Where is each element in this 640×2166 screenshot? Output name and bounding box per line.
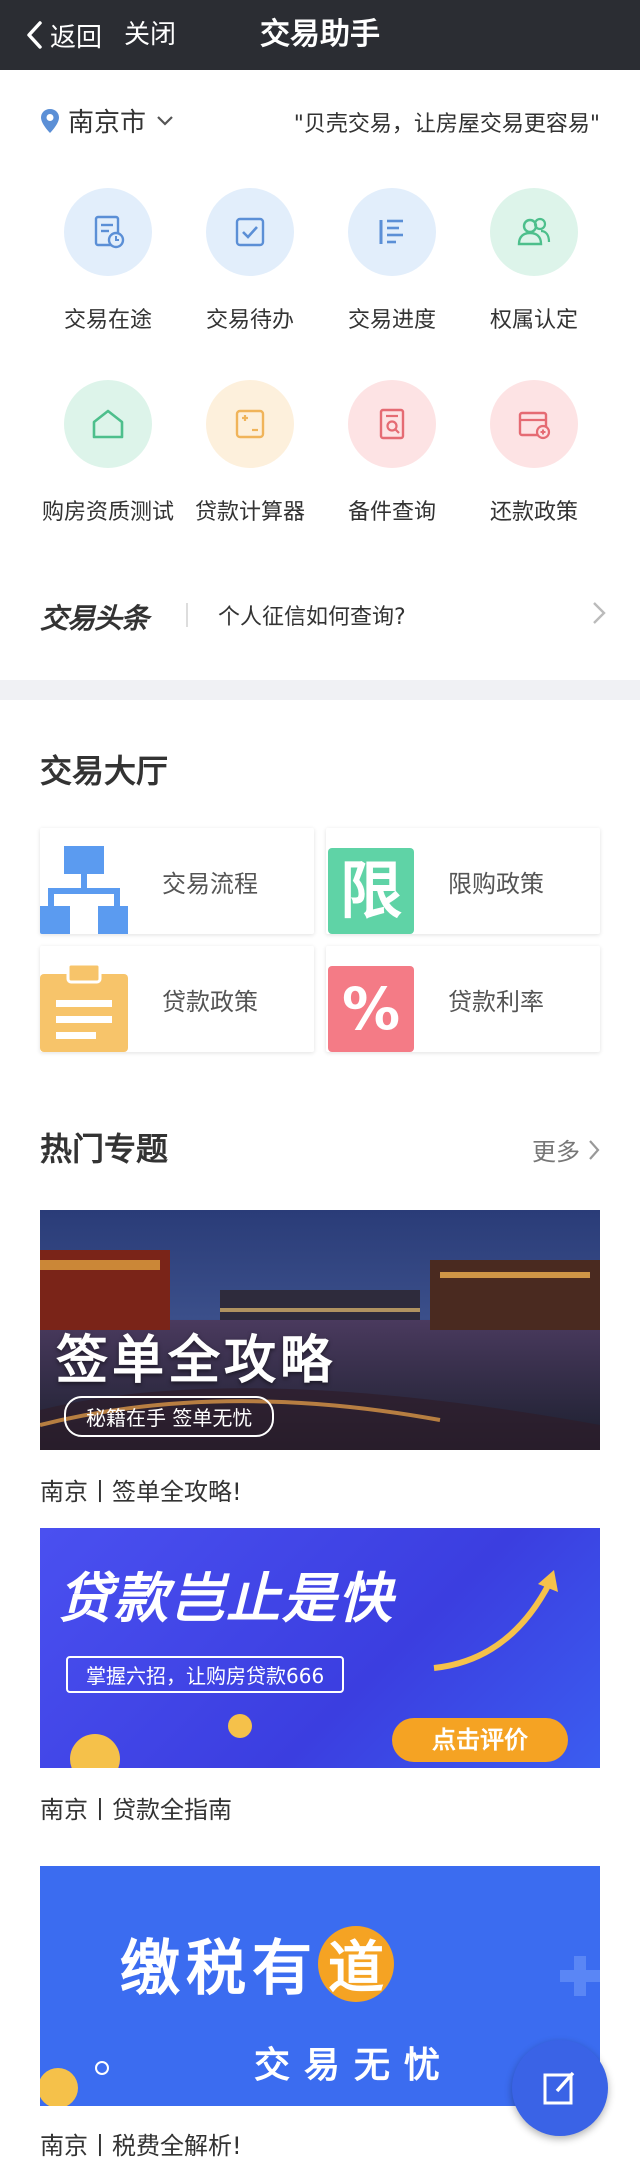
service-label: 权属认定 — [489, 308, 578, 333]
banner-title-highlight: 道 — [318, 1925, 394, 2002]
service-label: 交易待办 — [205, 308, 294, 333]
progress-lines-icon — [348, 188, 436, 276]
plus-decoration — [560, 1956, 600, 1996]
wallet-icon — [490, 380, 578, 468]
coin-icon — [70, 1734, 120, 1768]
banner-title-main: 缴税有 — [120, 1934, 318, 2004]
document-clock-icon — [64, 188, 152, 276]
service-label: 购房资质测试 — [41, 500, 174, 525]
topic-banner-loan[interactable]: 贷款岂止是快 掌握六招，让购房贷款666 点击评价 — [40, 1528, 600, 1768]
coin-icon — [228, 1714, 252, 1738]
service-item-ownership[interactable]: 权属认定 — [454, 188, 614, 334]
people-icon — [490, 188, 578, 276]
section-divider — [0, 680, 640, 700]
banner-subtitle: 掌握六招，让购房贷款666 — [66, 1656, 345, 1693]
hall-card-purchase-limit[interactable]: 限 限购政策 — [326, 828, 600, 934]
city-selector[interactable]: 南京市 — [40, 102, 182, 139]
chevron-right-icon — [589, 1139, 600, 1160]
news-brand-logo: 交易头条 — [40, 602, 149, 635]
hall-card-loan-rate[interactable]: % 贷款利率 — [326, 946, 600, 1052]
topics-more-link[interactable]: 更多 — [532, 1132, 600, 1167]
clipboard-icon — [40, 964, 128, 1052]
topic-caption[interactable]: 南京丨税费全解析! — [40, 2126, 242, 2161]
location-pin-icon — [41, 108, 59, 133]
service-item-progress[interactable]: 交易进度 — [312, 188, 472, 334]
service-item-loan-calculator[interactable]: 贷款计算器 — [170, 380, 330, 526]
top-nav-bar: 返回 关闭 交易助手 — [0, 0, 640, 70]
service-item-todo[interactable]: 交易待办 — [170, 188, 330, 334]
chevron-right-icon — [593, 602, 606, 624]
flowchart-icon — [40, 846, 128, 934]
hall-card-process[interactable]: 交易流程 — [40, 828, 314, 934]
service-item-repayment-policy[interactable]: 还款政策 — [454, 380, 614, 526]
chevron-down-icon — [157, 115, 173, 126]
service-label: 还款政策 — [489, 500, 578, 525]
banner-subtitle: 秘籍在手 签单无忧 — [64, 1396, 275, 1437]
compose-button[interactable] — [512, 2040, 608, 2136]
edit-icon — [543, 2071, 575, 2105]
hall-card-label: 交易流程 — [162, 870, 258, 898]
service-item-qualification-test[interactable]: 购房资质测试 — [28, 380, 188, 526]
divider — [186, 603, 188, 627]
hall-card-label: 限购政策 — [448, 870, 544, 898]
banner-title: 贷款岂止是快 — [58, 1567, 394, 1630]
slogan: "贝壳交易，让房屋交易更容易" — [293, 112, 600, 137]
service-item-record-query[interactable]: 备件查询 — [312, 380, 472, 526]
banner-title: 缴税有 道 — [120, 1920, 394, 2007]
percent-icon: % — [328, 966, 414, 1052]
more-label: 更多 — [532, 1138, 580, 1166]
limit-badge-icon: 限 — [328, 848, 414, 934]
arrow-up-right-icon — [433, 1570, 558, 1671]
service-label: 贷款计算器 — [194, 500, 305, 525]
document-search-icon — [348, 380, 436, 468]
city-name: 南京市 — [68, 108, 147, 138]
rate-button[interactable]: 点击评价 — [392, 1718, 568, 1762]
page-title: 交易助手 — [260, 17, 380, 52]
topic-caption[interactable]: 南京丨签单全攻略! — [40, 1472, 242, 1507]
hall-card-label: 贷款政策 — [162, 988, 258, 1016]
topics-title: 热门专题 — [40, 1130, 169, 1168]
checkbox-icon — [206, 188, 294, 276]
service-label: 交易进度 — [347, 308, 436, 333]
location-row: 南京市 "贝壳交易，让房屋交易更容易" — [0, 70, 640, 170]
topic-banner-signing[interactable]: 签单全攻略 秘籍在手 签单无忧 — [40, 1210, 600, 1450]
news-ticker[interactable]: 交易头条 个人征信如何查询? — [0, 575, 640, 655]
banner-title: 签单全攻略 — [56, 1331, 337, 1391]
house-icon — [64, 380, 152, 468]
percent-badge-text: % — [341, 975, 401, 1043]
service-label: 交易在途 — [63, 308, 152, 333]
hall-card-loan-policy[interactable]: 贷款政策 — [40, 946, 314, 1052]
limit-badge-text: 限 — [339, 854, 402, 927]
service-label: 备件查询 — [347, 500, 436, 525]
news-headline: 个人征信如何查询? — [218, 605, 406, 630]
hall-title: 交易大厅 — [40, 752, 169, 790]
service-item-transaction-in-progress[interactable]: 交易在途 — [28, 188, 188, 334]
coins-decoration — [40, 2061, 109, 2106]
topic-caption[interactable]: 南京丨贷款全指南 — [40, 1790, 232, 1825]
banner-subtitle: 交易无忧 — [254, 2045, 455, 2086]
hall-card-label: 贷款利率 — [448, 988, 544, 1016]
calculator-icon — [206, 380, 294, 468]
